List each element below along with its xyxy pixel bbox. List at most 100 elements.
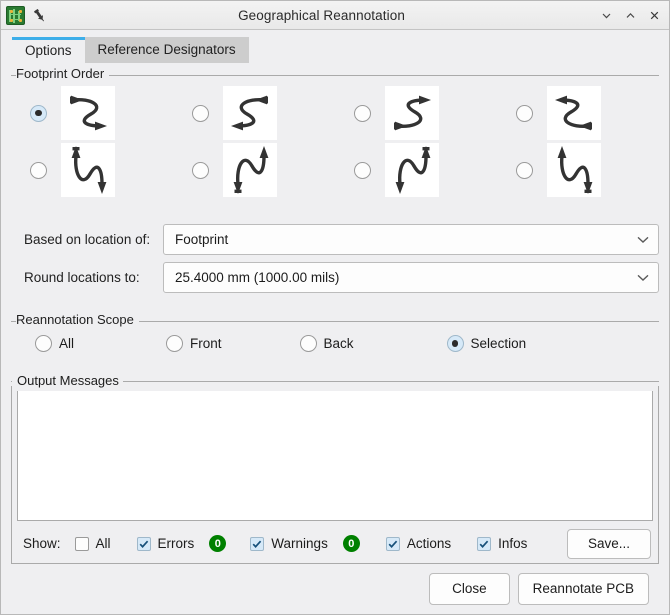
based-on-location-label: Based on location of: [11,232,163,247]
based-on-location-row: Based on location of: Footprint [11,223,659,255]
footprint-order-title: Footprint Order [16,66,109,81]
chevron-down-icon [636,235,650,244]
footprint-order-radio-3[interactable] [354,105,371,122]
close-icon [648,9,661,22]
tab-reference-designators[interactable]: Reference Designators [85,37,249,63]
order-left-then-down-icon [223,86,277,140]
footprint-order-option-2[interactable] [173,86,335,140]
scope-label-all: All [59,336,74,351]
footprint-order-group: Footprint Order [11,65,659,209]
scope-option-front[interactable]: Front [166,335,222,352]
order-right-then-up-icon [385,86,439,140]
warnings-count-badge: 0 [343,535,360,552]
chevron-down-icon [636,273,650,282]
round-locations-value: 25.4000 mm (1000.00 mils) [175,270,636,285]
dialog-button-bar: Close Reannotate PCB [11,564,659,614]
round-locations-select[interactable]: 25.4000 mm (1000.00 mils) [163,262,659,293]
reannotation-scope-title: Reannotation Scope [16,312,139,327]
filter-warnings-checkbox[interactable] [250,537,264,551]
output-filter-bar: Show: All Errors 0 [17,521,653,559]
order-up-then-right-icon [223,143,277,197]
round-locations-row: Round locations to: 25.4000 mm (1000.00 … [11,261,659,293]
footprint-order-option-4[interactable] [497,86,659,140]
footprint-order-option-1[interactable] [11,86,173,140]
order-right-then-down-icon [61,86,115,140]
scope-label-back: Back [324,336,354,351]
scope-option-selection[interactable]: Selection [447,335,527,352]
tab-options[interactable]: Options [12,37,85,63]
errors-count-badge: 0 [209,535,226,552]
filter-actions-checkbox[interactable] [386,537,400,551]
tab-bar: Options Reference Designators [1,30,669,63]
footprint-order-options [11,76,659,209]
footprint-order-option-5[interactable] [11,143,173,197]
footprint-order-option-3[interactable] [335,86,497,140]
filter-actions-label: Actions [407,536,451,551]
window-controls [595,4,665,26]
footprint-order-radio-7[interactable] [354,162,371,179]
filter-infos-checkbox[interactable] [477,537,491,551]
dialog-content: Footprint Order [1,63,669,614]
filter-errors[interactable]: Errors 0 [137,535,227,552]
output-messages-body: Show: All Errors 0 [11,386,659,564]
titlebar: Geographical Reannotation [1,1,669,30]
check-icon [138,538,150,550]
reannotation-scope-group: Reannotation Scope All Front Back [11,311,659,365]
close-button-main[interactable]: Close [429,573,510,605]
check-icon [387,538,399,550]
footprint-order-radio-2[interactable] [192,105,209,122]
footprint-order-option-8[interactable] [497,143,659,197]
filter-warnings-label: Warnings [271,536,328,551]
footprint-order-radio-1[interactable] [30,105,47,122]
check-icon [251,538,263,550]
filter-errors-label: Errors [158,536,195,551]
order-up-then-left-icon [547,143,601,197]
pin-icon[interactable] [31,7,48,24]
filter-infos-label: Infos [498,536,527,551]
footprint-order-radio-8[interactable] [516,162,533,179]
footprint-order-radio-6[interactable] [192,162,209,179]
scope-radio-front[interactable] [166,335,183,352]
reannotate-pcb-button[interactable]: Reannotate PCB [518,573,649,605]
scope-option-back[interactable]: Back [300,335,354,352]
filter-errors-checkbox[interactable] [137,537,151,551]
chevron-up-icon [624,9,637,22]
pcb-board-icon [6,6,25,25]
footprint-order-option-7[interactable] [335,143,497,197]
window-title: Geographical Reannotation [48,8,595,23]
filter-infos[interactable]: Infos [477,536,527,551]
filter-actions[interactable]: Actions [386,536,451,551]
chevron-down-icon [600,9,613,22]
filter-all[interactable]: All [75,536,111,551]
output-messages-textarea[interactable] [17,391,653,521]
scope-label-selection: Selection [471,336,527,351]
save-button[interactable]: Save... [567,529,651,559]
output-messages-title: Output Messages [12,373,123,388]
check-icon [478,538,490,550]
filter-warnings[interactable]: Warnings 0 [250,535,360,552]
location-settings: Based on location of: Footprint Round lo… [11,209,659,297]
scope-radio-all[interactable] [35,335,52,352]
reannotation-scope-options: All Front Back Selection [11,322,659,365]
round-locations-label: Round locations to: [11,270,163,285]
filter-all-checkbox[interactable] [75,537,89,551]
scope-label-front: Front [190,336,222,351]
close-button[interactable] [643,4,665,26]
show-label: Show: [23,536,61,551]
scope-option-all[interactable]: All [35,335,74,352]
output-messages-header: Output Messages [11,377,659,386]
order-down-then-left-icon [385,143,439,197]
scope-radio-back[interactable] [300,335,317,352]
filter-all-label: All [96,536,111,551]
scope-radio-selection[interactable] [447,335,464,352]
order-down-then-right-icon [61,143,115,197]
output-messages-group: Output Messages Show: All [11,377,659,564]
footprint-order-option-6[interactable] [173,143,335,197]
titlebar-icons [6,6,48,25]
footprint-order-radio-4[interactable] [516,105,533,122]
footprint-order-radio-5[interactable] [30,162,47,179]
maximize-button[interactable] [619,4,641,26]
minimize-button[interactable] [595,4,617,26]
based-on-location-value: Footprint [175,232,636,247]
based-on-location-select[interactable]: Footprint [163,224,659,255]
